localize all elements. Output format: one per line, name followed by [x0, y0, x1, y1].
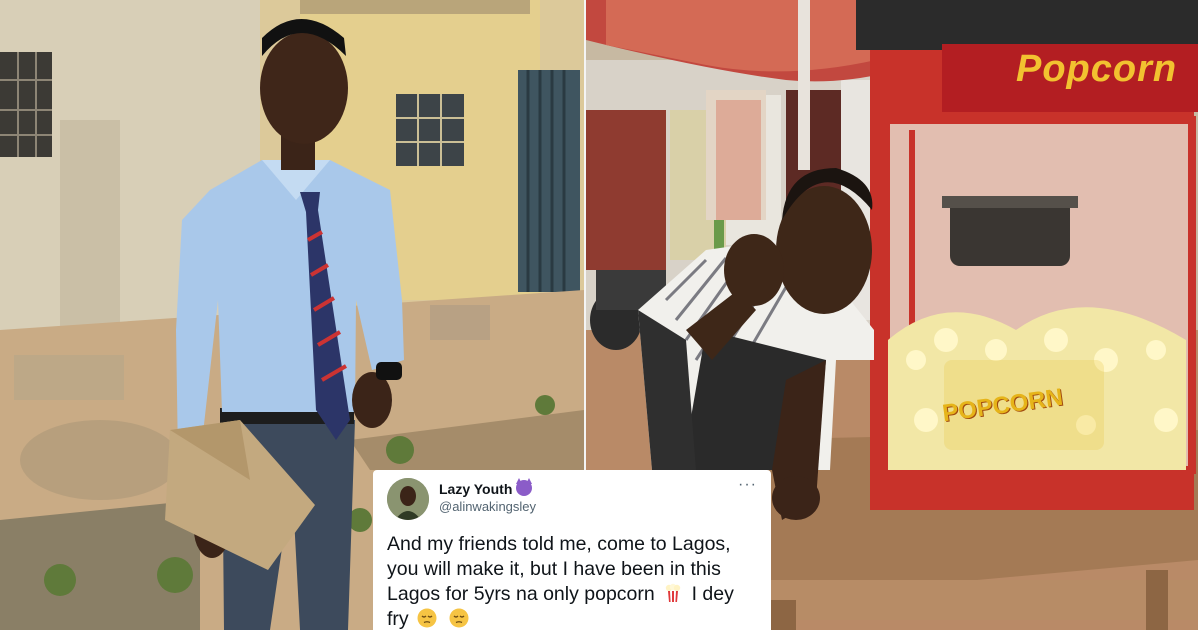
tweet-text-line-2: you will make it, but I have been in thi…	[387, 558, 721, 580]
popcorn-machine-sign: Popcorn	[1016, 48, 1178, 90]
display-name[interactable]: Lazy Youth	[439, 481, 512, 497]
tweet-text-line-4: fry	[387, 608, 409, 630]
tweet-text-line-3: Lagos for 5yrs na only popcorn	[387, 583, 655, 605]
tweet-text-line-3-end: I dey	[691, 583, 734, 605]
popcorn-emoji-icon	[665, 583, 681, 602]
tweet-author-name[interactable]: Lazy Youth	[439, 478, 533, 497]
smiling-devil-emoji-icon	[516, 478, 533, 496]
tweet-text: And my friends told me, come to Lagos, y…	[387, 532, 763, 632]
avatar[interactable]	[387, 478, 429, 520]
pensive-face-emoji-icon	[449, 608, 469, 628]
more-options-icon[interactable]: ···	[738, 476, 757, 494]
pensive-face-emoji-icon	[417, 608, 437, 628]
tweet-text-line-1: And my friends told me, come to Lagos,	[387, 533, 731, 555]
tweet-card[interactable]: Lazy Youth @alinwakingsley ··· And my fr…	[373, 470, 771, 630]
avatar-image	[387, 478, 429, 520]
tweet-author-handle[interactable]: @alinwakingsley	[439, 499, 536, 514]
